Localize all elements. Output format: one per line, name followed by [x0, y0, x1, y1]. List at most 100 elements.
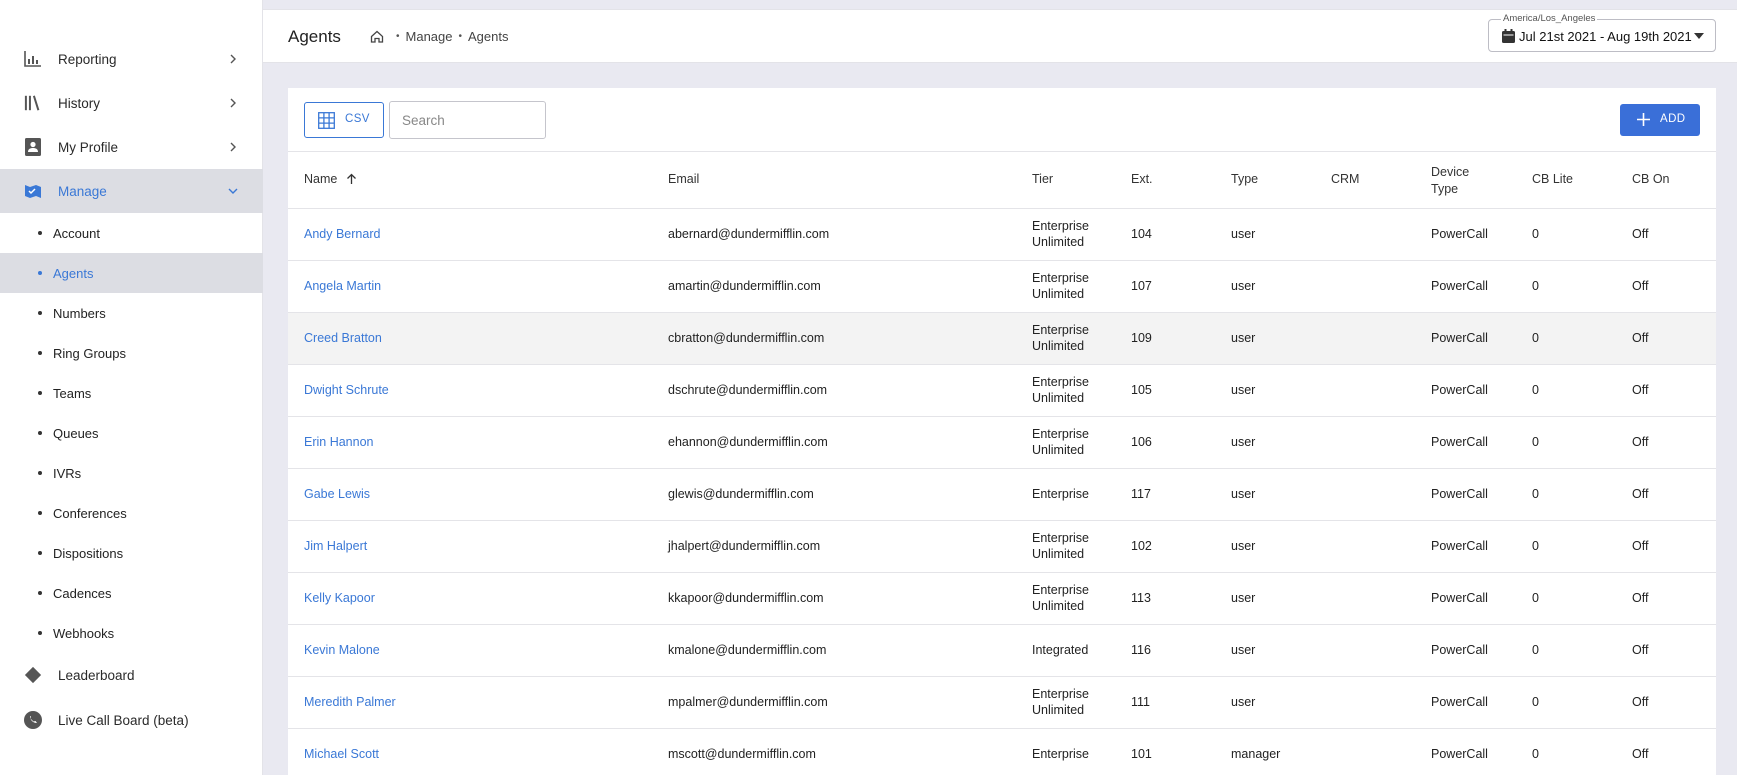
agent-name-link[interactable]: Erin Hannon	[304, 434, 374, 450]
table-row[interactable]: Kelly Kapoor kkapoor@dundermifflin.com 113…	[288, 573, 1716, 625]
sidebar-item-numbers[interactable]: Numbers	[0, 293, 263, 333]
agent-name-link[interactable]: Creed Bratton	[304, 330, 382, 346]
agent-name-link[interactable]: Michael Scott	[304, 746, 379, 762]
agent-cb-lite: 0	[1532, 435, 1539, 449]
agent-cb-lite: 0	[1532, 227, 1539, 241]
sidebar-item-conferences[interactable]: Conferences	[0, 493, 263, 533]
bullet-dot	[38, 231, 42, 235]
breadcrumb-separator: •	[458, 31, 463, 42]
table-row[interactable]: Meredith Palmer mpalmer@dundermifflin.com…	[288, 677, 1716, 729]
agent-email: kkapoor@dundermifflin.com	[668, 591, 824, 605]
agent-ext: 117	[1131, 487, 1151, 501]
sidebar-item-label: Agents	[53, 265, 94, 281]
table-row[interactable]: Dwight Schrute dschrute@dundermifflin.com…	[288, 365, 1716, 417]
search-input[interactable]	[389, 101, 546, 139]
agent-cb-lite: 0	[1532, 279, 1539, 293]
sidebar-item-agents[interactable]: Agents	[0, 253, 263, 293]
column-header-cb-lite[interactable]: CB Lite	[1532, 172, 1573, 186]
sidebar-item-label: Queues	[53, 425, 99, 441]
agent-email: kmalone@dundermifflin.com	[668, 643, 827, 657]
agent-email: amartin@dundermifflin.com	[668, 279, 821, 293]
chevron-right-icon	[228, 54, 238, 64]
agent-tier: Enterprise Unlimited	[1032, 374, 1112, 406]
home-icon[interactable]	[370, 30, 384, 43]
agent-name-link[interactable]: Kelly Kapoor	[304, 590, 375, 606]
csv-export-button[interactable]: CSV	[304, 102, 384, 138]
nav-leaderboard[interactable]: Leaderboard	[0, 653, 263, 697]
agent-type: user	[1231, 487, 1256, 501]
column-header-label: Type	[1431, 182, 1459, 196]
column-header-type[interactable]: Type	[1231, 172, 1258, 186]
manage-icon	[24, 182, 42, 200]
breadcrumb-manage[interactable]: Manage	[406, 29, 453, 44]
agent-cb-lite: 0	[1532, 695, 1539, 709]
nav-leaderboard-label: Leaderboard	[58, 667, 135, 683]
date-range-picker[interactable]: America/Los_Angeles Jul 21st 2021 - Aug …	[1488, 13, 1716, 52]
agent-name-link[interactable]: Kevin Malone	[304, 642, 380, 658]
agent-email: mpalmer@dundermifflin.com	[668, 695, 828, 709]
agent-type: user	[1231, 227, 1256, 241]
table-row[interactable]: Jim Halpert jhalpert@dundermifflin.com 102…	[288, 521, 1716, 573]
agent-device-type: PowerCall	[1431, 331, 1488, 345]
table-row[interactable]: Erin Hannon ehannon@dundermifflin.com 106 u…	[288, 417, 1716, 469]
agent-tier-line: Enterprise	[1032, 583, 1089, 597]
column-header-crm[interactable]: CRM	[1331, 172, 1359, 186]
sidebar-item-account[interactable]: Account	[0, 213, 263, 253]
sidebar-item-ivrs[interactable]: IVRs	[0, 453, 263, 493]
nav-history[interactable]: History	[0, 81, 263, 125]
table-row[interactable]: Andy Bernard abernard@dundermifflin.com 10…	[288, 209, 1716, 261]
agent-type: user	[1231, 331, 1256, 345]
agent-name-link[interactable]: Andy Bernard	[304, 226, 380, 242]
agent-name-link[interactable]: Gabe Lewis	[304, 486, 370, 502]
sidebar-item-teams[interactable]: Teams	[0, 373, 263, 413]
nav-reporting[interactable]: Reporting	[0, 37, 263, 81]
agent-name-link[interactable]: Angela Martin	[304, 278, 381, 294]
chevron-right-icon	[228, 98, 238, 108]
table-row[interactable]: Creed Bratton cbratton@dundermifflin.com 1…	[288, 313, 1716, 365]
nav-manage[interactable]: Manage	[0, 169, 263, 213]
agent-tier: Integrated	[1032, 642, 1112, 658]
column-header-tier[interactable]: Tier	[1032, 172, 1053, 186]
column-header-ext[interactable]: Ext.	[1131, 172, 1153, 186]
add-agent-button[interactable]: ADD	[1620, 104, 1700, 136]
agent-cb-on: Off	[1632, 227, 1649, 241]
nav-my-profile[interactable]: My Profile	[0, 125, 263, 169]
agent-ext: 102	[1131, 539, 1152, 553]
column-header-name[interactable]: Name	[304, 172, 357, 188]
column-header-cb-on[interactable]: CB On	[1632, 172, 1670, 186]
agent-tier-line: Unlimited	[1032, 339, 1085, 353]
agent-cb-lite: 0	[1532, 383, 1539, 397]
sidebar-item-dispositions[interactable]: Dispositions	[0, 533, 263, 573]
bullet-dot	[38, 391, 42, 395]
table-row[interactable]: Angela Martin amartin@dundermifflin.com 10…	[288, 261, 1716, 313]
table-row[interactable]: Gabe Lewis glewis@dundermifflin.com 117 use…	[288, 469, 1716, 521]
agent-device-type: PowerCall	[1431, 487, 1488, 501]
agent-name-link[interactable]: Meredith Palmer	[304, 694, 396, 710]
chevron-right-icon	[228, 142, 238, 152]
nav-history-label: History	[58, 95, 101, 111]
bullet-dot	[38, 431, 42, 435]
sidebar-item-ring-groups[interactable]: Ring Groups	[0, 333, 263, 373]
column-header-device-type[interactable]: Device Type	[1431, 164, 1469, 198]
agent-name-link[interactable]: Dwight Schrute	[304, 382, 389, 398]
diamond-icon	[24, 666, 42, 684]
bullet-dot	[38, 311, 42, 315]
agent-tier: Enterprise Unlimited	[1032, 530, 1112, 562]
agent-tier: Enterprise	[1032, 486, 1112, 502]
sidebar-item-webhooks[interactable]: Webhooks	[0, 613, 263, 653]
agent-email: dschrute@dundermifflin.com	[668, 383, 828, 397]
sidebar-item-cadences[interactable]: Cadences	[0, 573, 263, 613]
column-header-email[interactable]: Email	[668, 172, 699, 186]
agent-name-link[interactable]: Jim Halpert	[304, 538, 367, 554]
sidebar-item-queues[interactable]: Queues	[0, 413, 263, 453]
timezone-label: America/Los_Angeles	[1501, 13, 1598, 24]
table-header: Name Email Tier Ext. Type CRM Device Typ…	[288, 151, 1716, 209]
nav-live-call-board[interactable]: Live Call Board (beta)	[0, 698, 263, 742]
table-row[interactable]: Kevin Malone kmalone@dundermifflin.com 116…	[288, 625, 1716, 677]
plus-icon	[1636, 112, 1651, 127]
agent-tier: Enterprise Unlimited	[1032, 582, 1112, 614]
agent-email: cbratton@dundermifflin.com	[668, 331, 825, 345]
agent-ext: 105	[1131, 383, 1152, 397]
table-row[interactable]: Michael Scott mscott@dundermifflin.com 101…	[288, 729, 1716, 775]
agent-tier-line: Unlimited	[1032, 235, 1085, 249]
